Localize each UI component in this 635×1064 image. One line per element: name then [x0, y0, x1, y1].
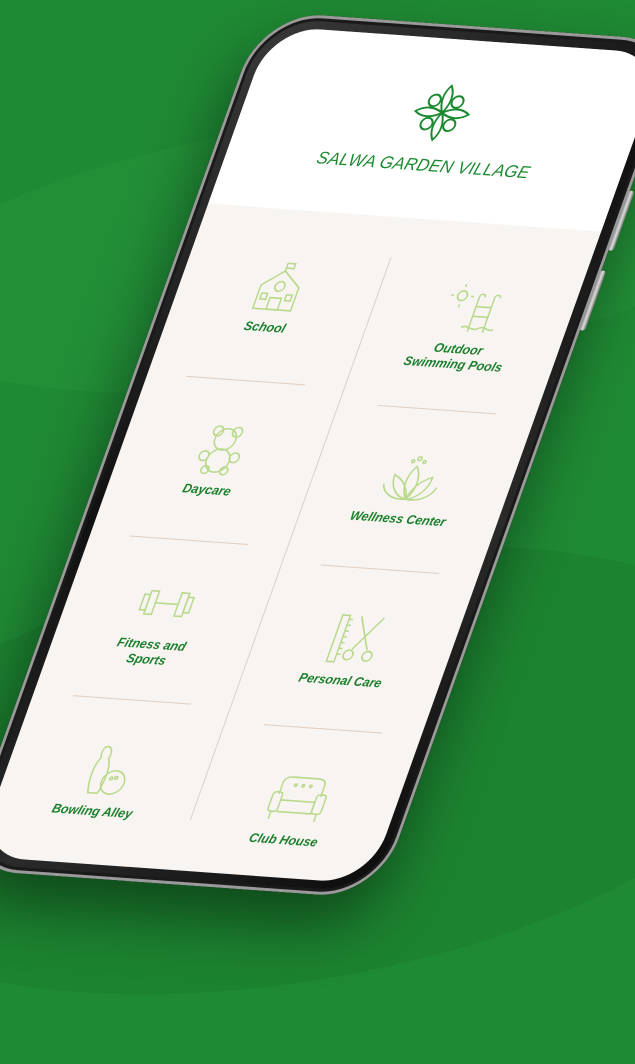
school-building-icon — [251, 262, 300, 312]
amenity-label: Bowling Alley — [49, 801, 135, 821]
bowling-icon — [86, 745, 126, 795]
row-divider — [377, 404, 497, 415]
dumbbell-icon — [138, 589, 195, 617]
row-divider — [320, 564, 440, 574]
row-divider — [186, 375, 305, 386]
brand-name: SALWA GARDEN VILLAGE — [313, 148, 533, 183]
pool-ladder-icon — [450, 283, 502, 333]
amenity-label: Club House — [246, 830, 320, 850]
amenity-label: Daycare — [180, 481, 234, 499]
amenity-label: Outdoor Swimming Pools — [401, 340, 505, 375]
amenity-label: Wellness Center — [348, 508, 448, 530]
amenity-label: School — [241, 318, 288, 336]
sofa-icon — [266, 776, 327, 823]
row-divider — [129, 535, 248, 545]
comb-scissors-icon — [324, 614, 385, 663]
app-header: SALWA GARDEN VILLAGE — [208, 25, 635, 232]
leaf-flower-icon — [413, 84, 471, 142]
lotus-icon — [382, 455, 437, 501]
amenity-label: Personal Care — [296, 670, 384, 691]
amenity-label: Fitness and Sports — [115, 634, 189, 668]
teddy-bear-icon — [197, 425, 243, 476]
